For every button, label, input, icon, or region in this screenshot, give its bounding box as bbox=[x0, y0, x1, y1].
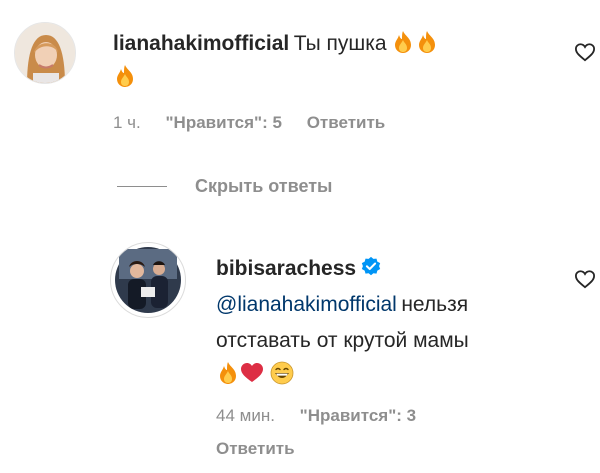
like-heart-icon[interactable] bbox=[574, 269, 596, 289]
fire-emoji-icon bbox=[395, 31, 412, 53]
red-heart-emoji-icon bbox=[241, 363, 263, 382]
reply-text-line2: отставать от крутой мамы bbox=[216, 329, 469, 352]
like-heart-icon[interactable] bbox=[574, 42, 596, 62]
reply-meta: 44 мин. "Нравится": 3 bbox=[216, 406, 436, 426]
reply-meta-row2: Ответить bbox=[216, 439, 315, 459]
divider-line bbox=[117, 186, 167, 187]
comment-time[interactable]: 1 ч. bbox=[113, 113, 141, 132]
reply-button[interactable]: Ответить bbox=[216, 439, 295, 458]
reply-time[interactable]: 44 мин. bbox=[216, 406, 275, 425]
avatar-photo bbox=[115, 247, 181, 313]
avatar[interactable] bbox=[14, 22, 76, 84]
mention-link[interactable]: @lianahakimofficial bbox=[216, 293, 397, 316]
reply-button[interactable]: Ответить bbox=[307, 113, 386, 132]
grinning-face-emoji-icon bbox=[270, 361, 294, 385]
comment-text: Ты пушка bbox=[293, 32, 387, 55]
verified-badge-icon bbox=[361, 256, 381, 276]
reply-text-line1: нельзя bbox=[401, 293, 469, 316]
reply-username[interactable]: bibisarachess bbox=[216, 257, 356, 280]
fire-emoji-icon bbox=[117, 65, 133, 87]
comment-meta: 1 ч. "Нравится": 5 Ответить bbox=[113, 113, 405, 133]
reply-item: bibisarachess @lianahakimofficial нельзя… bbox=[0, 230, 600, 473]
comment-item: lianahakimofficial Ты пушка 1 ч. "Нравит… bbox=[0, 0, 600, 150]
reply-likes[interactable]: "Нравится": 3 bbox=[300, 406, 416, 425]
fire-emoji-icon bbox=[419, 31, 436, 53]
comment-username[interactable]: lianahakimofficial bbox=[113, 32, 289, 55]
avatar-photo bbox=[15, 23, 75, 83]
comment-likes[interactable]: "Нравится": 5 bbox=[166, 113, 282, 132]
hide-replies-button[interactable]: Скрыть ответы bbox=[117, 176, 332, 197]
hide-replies-label: Скрыть ответы bbox=[195, 176, 333, 196]
fire-emoji-icon bbox=[220, 362, 236, 384]
avatar[interactable] bbox=[110, 242, 186, 318]
